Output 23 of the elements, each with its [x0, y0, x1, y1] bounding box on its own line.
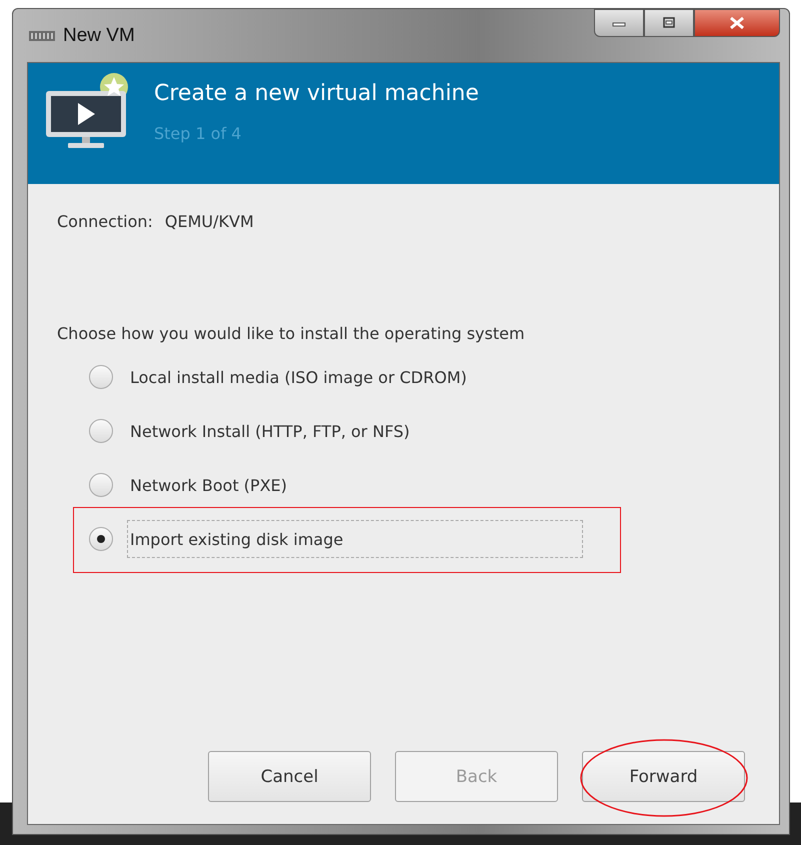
- step-indicator: Step 1 of 4: [154, 124, 242, 143]
- close-icon: [728, 16, 746, 30]
- window-title: New VM: [63, 24, 135, 46]
- minimize-button[interactable]: [594, 9, 644, 37]
- radio-button[interactable]: [89, 527, 113, 551]
- dialog-button[interactable]: Forward: [582, 751, 745, 802]
- connection-value: QEMU/KVM: [164, 212, 254, 231]
- option-label[interactable]: Network Boot (PXE): [127, 472, 290, 498]
- wizard-title: Create a new virtual machine: [154, 81, 479, 106]
- close-button[interactable]: [694, 9, 780, 37]
- maximize-icon: [661, 17, 677, 29]
- radio-button[interactable]: [89, 419, 113, 443]
- radio-button[interactable]: [89, 365, 113, 389]
- connection-label: Connection:: [57, 212, 153, 231]
- radio-button[interactable]: [89, 473, 113, 497]
- dialog-button[interactable]: Cancel: [208, 751, 371, 802]
- install-prompt: Choose how you would like to install the operating system: [57, 324, 526, 343]
- monitor-play-icon: [44, 73, 130, 151]
- maximize-button[interactable]: [644, 9, 694, 37]
- option-label[interactable]: Local install media (ISO image or CDROM): [127, 364, 470, 390]
- option-label[interactable]: Import existing disk image: [127, 520, 583, 558]
- option-label[interactable]: Network Install (HTTP, FTP, or NFS): [127, 418, 413, 444]
- server-icon: [29, 30, 55, 42]
